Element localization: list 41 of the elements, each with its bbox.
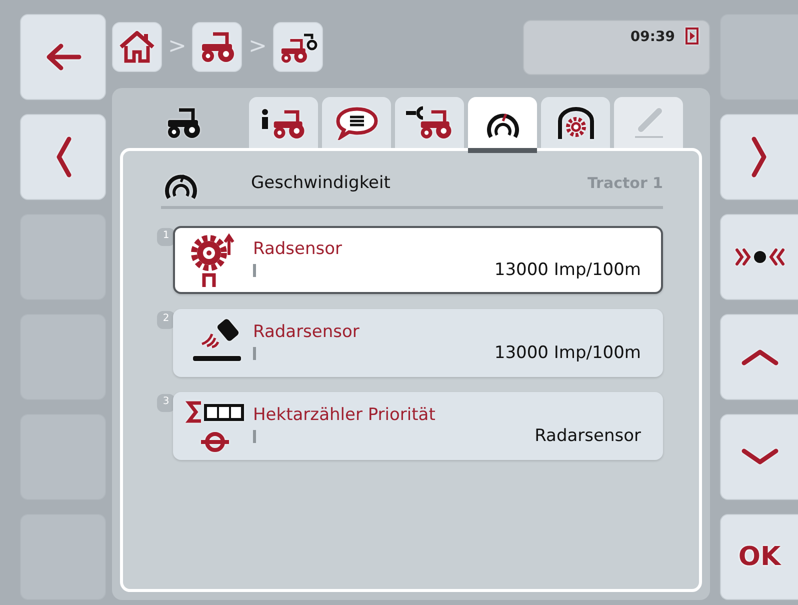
setting-value: 13000 Imp/100m xyxy=(494,343,641,364)
value-marker xyxy=(253,430,256,444)
chevron-up-icon xyxy=(740,347,780,367)
select-button[interactable] xyxy=(720,214,798,300)
speech-bubble-icon xyxy=(334,106,378,140)
setting-value: 13000 Imp/100m xyxy=(494,260,641,282)
breadcrumb-button[interactable] xyxy=(112,22,162,72)
item-number: 1 xyxy=(157,228,175,246)
setting-label: Radsensor xyxy=(253,238,343,260)
panel-subtitle: Tractor 1 xyxy=(587,173,663,194)
up-button[interactable] xyxy=(720,314,798,400)
select-icon xyxy=(734,246,786,268)
setting-value: Radarsensor xyxy=(534,426,641,448)
next-button[interactable] xyxy=(720,114,798,200)
chevron-down-icon xyxy=(740,447,780,467)
home-icon xyxy=(117,29,157,65)
breadcrumb-button[interactable] xyxy=(272,22,323,72)
value-marker xyxy=(253,264,256,278)
setting-item[interactable]: Hektarzähler Priorität Radarsensor xyxy=(173,392,663,460)
tab[interactable] xyxy=(395,97,464,148)
tab[interactable] xyxy=(541,97,610,148)
setting-item[interactable]: Radsensor 13000 Imp/100m xyxy=(173,226,663,294)
tab[interactable] xyxy=(249,97,318,148)
setting-item[interactable]: Radarsensor 13000 Imp/100m xyxy=(173,309,663,377)
breadcrumb-separator: > xyxy=(168,33,186,61)
gear-arch-icon xyxy=(556,104,596,140)
clock-time: 09:39 xyxy=(630,28,675,47)
item-number: 2 xyxy=(157,311,175,329)
breadcrumb-button[interactable] xyxy=(192,22,242,72)
setting-label: Radarsensor xyxy=(253,322,360,343)
previous-button[interactable] xyxy=(20,114,106,200)
tab[interactable] xyxy=(322,97,391,148)
value-marker xyxy=(253,347,256,360)
panel-title: Geschwindigkeit xyxy=(251,172,390,195)
item-number: 3 xyxy=(157,394,175,412)
breadcrumb-separator: > xyxy=(248,33,267,61)
ok-button[interactable]: OK xyxy=(720,514,798,600)
back-button[interactable] xyxy=(20,14,106,100)
setting-label: Hektarzähler Priorität xyxy=(253,404,436,426)
down-button[interactable] xyxy=(720,414,798,500)
recording-icon xyxy=(685,27,699,45)
